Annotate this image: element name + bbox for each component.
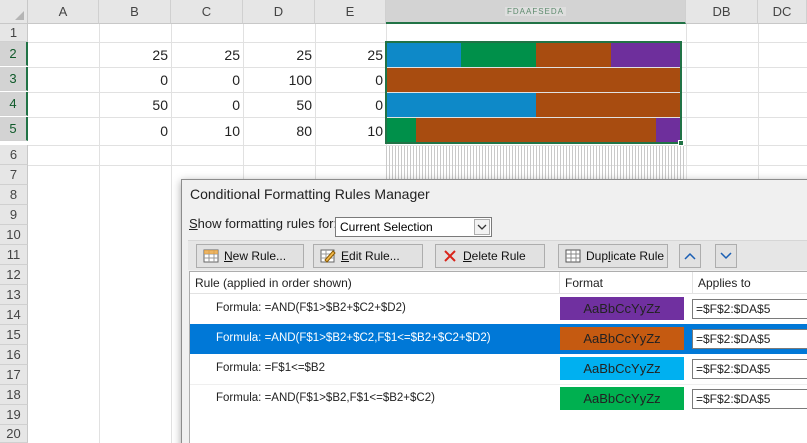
rule-formula: Formula: =AND(F$1>$B2+$C2+$D2) [216,302,406,314]
fill-handle[interactable] [678,140,684,146]
show-rules-label: Show formatting rules for: [189,216,337,231]
row-header-2[interactable]: 2 [0,42,28,66]
format-preview: AaBbCcYyZz [560,297,684,320]
arrow-down-icon [720,252,732,260]
cell-e4[interactable]: 0 [315,93,386,117]
show-rules-dropdown[interactable]: Current Selection [335,217,492,237]
edit-rule-button[interactable]: Edit Rule... [313,244,423,268]
row-header-1[interactable]: 1 [0,24,28,42]
show-rules-dropdown-value: Current Selection [340,220,433,234]
excel-window: A B C D E FDAAFSEDA DB DC 1 2 3 4 5 6 7 … [0,0,807,443]
rule-row[interactable]: Formula: =AND(F$1>$B2+$C2+$D2) AaBbCcYyZ… [190,294,807,324]
rules-list: Rule (applied in order shown) Format App… [189,271,807,443]
cell-b4[interactable]: 50 [99,93,171,117]
show-rules-label-text: how formatting rules for: [197,216,338,231]
delete-x-icon [442,248,458,264]
row-header-20[interactable]: 20 [0,425,28,443]
row-header-7[interactable]: 7 [0,165,28,185]
row-header-11[interactable]: 11 [0,245,28,265]
cell-d3[interactable]: 100 [243,68,315,92]
applies-to-field[interactable]: =$F$2:$DA$5 [692,389,807,409]
row-header-15[interactable]: 15 [0,325,28,345]
row-header-6[interactable]: 6 [0,145,28,165]
cell-b5[interactable]: 0 [99,119,171,143]
row-header-12[interactable]: 12 [0,265,28,285]
selection-border [385,41,682,144]
row-header-19[interactable]: 19 [0,405,28,425]
cell-d5[interactable]: 80 [243,119,315,143]
delete-rule-button[interactable]: Delete Rule [435,244,545,268]
row-header-17[interactable]: 17 [0,365,28,385]
edit-rule-icon [320,248,336,264]
applies-to-field[interactable]: =$F$2:$DA$5 [692,299,807,319]
conditional-formatting-rules-manager-dialog: Conditional Formatting Rules Manager Sho… [181,179,807,443]
rule-formula: Formula: =AND(F$1>$B2+$C2,F$1<=$B2+$C2+$… [216,332,491,344]
rule-row-selected[interactable]: Formula: =AND(F$1>$B2+$C2,F$1<=$B2+$C2+$… [190,324,807,354]
cell-c4[interactable]: 0 [171,93,243,117]
applies-to-field[interactable]: =$F$2:$DA$5 [692,359,807,379]
rule-row[interactable]: Formula: =F$1<=$B2 AaBbCcYyZz =$F$2:$DA$… [190,354,807,384]
rule-row[interactable]: Formula: =AND(F$1>$B2,F$1<=$B2+$C2) AaBb… [190,384,807,414]
column-header-db[interactable]: DB [686,0,758,24]
select-all-corner[interactable] [0,0,28,24]
duplicate-rule-button[interactable]: Duplicate Rule [558,244,668,268]
cell-d2[interactable]: 25 [243,43,315,67]
cell-b3[interactable]: 0 [99,68,171,92]
arrow-up-icon [684,252,696,260]
column-header-dc[interactable]: DC [758,0,807,24]
cell-d4[interactable]: 50 [243,93,315,117]
row-header-3[interactable]: 3 [0,67,28,91]
cell-e3[interactable]: 0 [315,68,386,92]
applies-to-field[interactable]: =$F$2:$DA$5 [692,329,807,349]
cell-c2[interactable]: 25 [171,43,243,67]
rule-formula: Formula: =AND(F$1>$B2,F$1<=$B2+$C2) [216,392,435,404]
dialog-title: Conditional Formatting Rules Manager [190,186,430,202]
column-header-d[interactable]: D [243,0,315,24]
column-header-e[interactable]: E [315,0,386,24]
rule-column-header[interactable]: Rule (applied in order shown) [190,272,560,294]
row-header-10[interactable]: 10 [0,225,28,245]
new-rule-label: New Rule... [224,249,287,263]
select-all-triangle-icon [15,11,24,20]
show-rules-label-accel: S [189,216,198,231]
column-header-c[interactable]: C [171,0,243,24]
rule-formula: Formula: =F$1<=$B2 [216,362,325,374]
format-preview: AaBbCcYyZz [560,387,684,410]
row-header-9[interactable]: 9 [0,205,28,225]
cell-c3[interactable]: 0 [171,68,243,92]
new-rule-button[interactable]: New Rule... [196,244,304,268]
rules-toolbar: New Rule... Edit Rule... Delete Rule Dup… [188,240,807,270]
duplicate-rule-label: Duplicate Rule [586,249,665,263]
move-up-button[interactable] [679,244,701,268]
move-down-button[interactable] [715,244,737,268]
selected-column-label: FDAAFSEDA [504,6,566,16]
row-header-8[interactable]: 8 [0,185,28,205]
cell-e5[interactable]: 10 [315,119,386,143]
selected-narrow-column-headers[interactable]: FDAAFSEDA [386,0,686,24]
cell-b2[interactable]: 25 [99,43,171,67]
row-header-14[interactable]: 14 [0,305,28,325]
delete-rule-label: Delete Rule [463,249,526,263]
format-preview: AaBbCcYyZz [560,327,684,350]
column-header-b[interactable]: B [99,0,171,24]
row-header-4[interactable]: 4 [0,92,28,116]
cell-e2[interactable]: 25 [315,43,386,67]
column-header-a[interactable]: A [28,0,99,24]
format-column-header[interactable]: Format [560,272,693,294]
row-header-16[interactable]: 16 [0,345,28,365]
edit-rule-label: Edit Rule... [341,249,400,263]
applies-to-column-header[interactable]: Applies to [693,272,807,294]
row-header-5[interactable]: 5 [0,117,28,141]
row-header-13[interactable]: 13 [0,285,28,305]
chevron-down-icon[interactable] [474,219,490,235]
format-preview: AaBbCcYyZz [560,357,684,380]
duplicate-rule-icon [565,248,581,264]
new-rule-icon [203,248,219,264]
cell-c5[interactable]: 10 [171,119,243,143]
row-header-18[interactable]: 18 [0,385,28,405]
